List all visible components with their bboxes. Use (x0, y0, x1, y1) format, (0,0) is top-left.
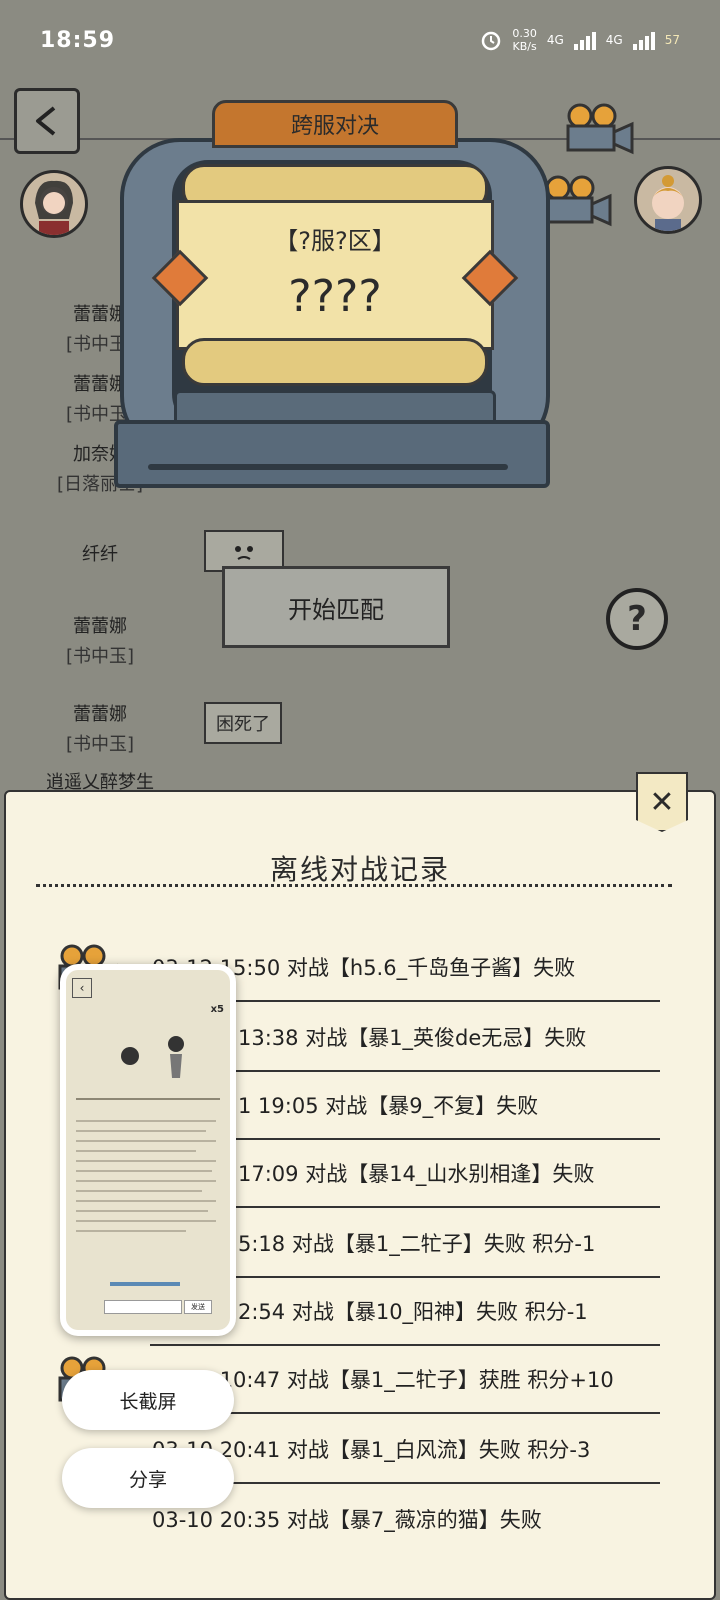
thumb-text-line (76, 1150, 196, 1152)
long-screenshot-button[interactable]: 长截屏 (62, 1370, 234, 1430)
close-button[interactable]: ✕ (636, 772, 688, 832)
thumb-text-line (76, 1190, 202, 1192)
thumb-text-line (76, 1230, 186, 1232)
thumb-badge: x5 (210, 1004, 224, 1015)
thumb-text-line (76, 1140, 216, 1142)
thumbnail-preview: ‹ x5 发送 (66, 970, 230, 1330)
thumb-send: 发送 (184, 1300, 212, 1314)
network-type-2: 4G (605, 33, 623, 47)
server-label: 【?服?区】 (274, 227, 396, 255)
thumb-text-line (76, 1130, 206, 1132)
thumb-text-line (76, 1200, 216, 1202)
share-button[interactable]: 分享 (62, 1448, 234, 1508)
dotted-divider (36, 884, 672, 887)
thumb-text-line (76, 1180, 216, 1182)
chat-name: 蕾蕾娜 (73, 704, 127, 725)
base-groove (148, 464, 508, 470)
match-card: 【?服?区】 ???? (176, 200, 494, 350)
face-icon (235, 546, 253, 560)
roller-bottom (182, 338, 488, 386)
alarm-icon (482, 31, 501, 51)
net-speed-unit: KB/s (512, 40, 537, 53)
thumb-bar (76, 1098, 220, 1100)
thumb-characters-icon (121, 1036, 184, 1078)
thumb-text-line (76, 1220, 216, 1222)
player-avatar[interactable] (20, 170, 88, 238)
back-arrow-icon (36, 106, 56, 136)
net-speed-value: 0.30 (512, 27, 537, 40)
signal-icon (573, 30, 596, 50)
screenshot-thumbnail[interactable]: ‹ x5 发送 (60, 964, 236, 1336)
record-text: 17:09 对战【暴14_山水别相逢】失败 (238, 1162, 595, 1186)
signal-icon-2 (632, 30, 655, 50)
opponent-avatar[interactable] (634, 166, 702, 234)
thumb-text-line (76, 1170, 212, 1172)
chat-name: 蕾蕾娜 (73, 616, 127, 637)
close-icon: ✕ (649, 784, 675, 820)
net-speed: 0.30 KB/s (512, 27, 537, 53)
start-match-button[interactable]: 开始匹配 (222, 566, 450, 648)
status-time: 18:59 (40, 27, 116, 53)
thumb-progress (110, 1282, 180, 1286)
thumb-back-icon: ‹ (72, 978, 92, 998)
chat-bubble: 困死了 (204, 702, 282, 744)
camera-icon-2 (544, 175, 612, 227)
thumb-input (104, 1300, 182, 1314)
record-text: 2:54 对战【暴10_阳神】失败 积分-1 (238, 1300, 588, 1324)
record-divider (150, 1344, 660, 1346)
chat-tag: [书中玉] (65, 646, 135, 667)
thumb-text-line (76, 1160, 216, 1162)
back-button[interactable] (14, 88, 80, 154)
record-text: 03-10 20:35 对战【暴7_薇凉的猫】失败 (152, 1508, 542, 1532)
network-type-1: 4G (546, 33, 564, 47)
opponent-name: ???? (288, 271, 382, 322)
machine-title: 跨服对决 (212, 100, 458, 148)
status-icons: 0.30 KB/s 4G 4G 57 (480, 27, 680, 53)
thumb-text-line (76, 1120, 216, 1122)
record-text: 5:18 对战【暴1_二牤子】失败 积分-1 (238, 1232, 596, 1256)
help-button[interactable]: ? (606, 588, 668, 650)
chat-name: 纤纤 (82, 544, 118, 565)
panel-title: 离线对战记录 (269, 853, 450, 886)
camera-icon (566, 103, 634, 155)
chat-tag: [书中玉] (65, 734, 135, 755)
record-text: 1 19:05 对战【暴9_不复】失败 (238, 1094, 539, 1118)
thumb-text-line (76, 1210, 208, 1212)
battery-level: 57 (664, 33, 680, 47)
record-text: 13:38 对战【暴1_英俊de无忌】失败 (238, 1026, 587, 1050)
status-bar: 18:59 0.30 KB/s 4G 4G 57 (0, 0, 720, 80)
avatar-girl-icon (35, 180, 73, 235)
machine-base (114, 420, 550, 488)
avatar-boy-icon (651, 175, 685, 231)
